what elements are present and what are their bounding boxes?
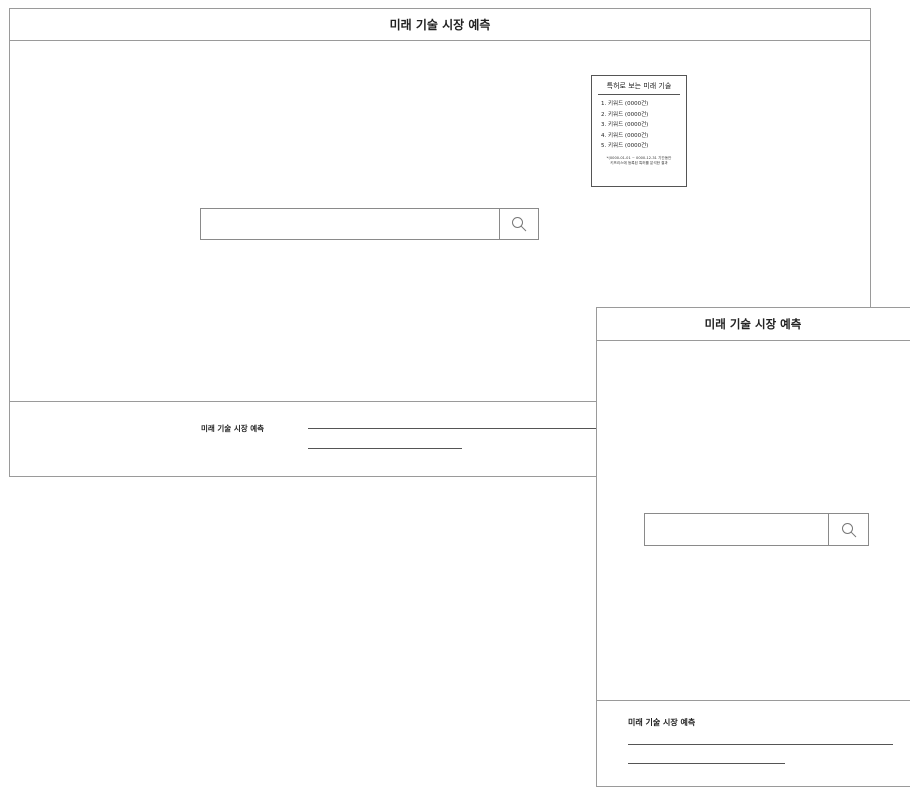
- desktop-search-button[interactable]: [499, 209, 538, 239]
- footer-text-placeholder-line: [628, 763, 785, 764]
- footer-text-placeholder-line: [628, 744, 893, 745]
- mobile-header: 미래 기술 시장 예측: [597, 308, 910, 341]
- patent-panel-note: *(0000-01-01 ~ 0000-12-31 기간동안 키프리스에 등록된…: [598, 156, 680, 166]
- patent-trend-panel: 특허로 보는 미래 기술 1. 키워드 (0000건) 2. 키워드 (0000…: [591, 75, 687, 187]
- patent-note-line: *(0000-01-01 ~ 0000-12-31 기간동안: [606, 155, 672, 160]
- patent-keyword-list: 1. 키워드 (0000건) 2. 키워드 (0000건) 3. 키워드 (00…: [598, 99, 680, 152]
- patent-panel-title: 특허로 보는 미래 기술: [598, 81, 680, 95]
- desktop-footer-title: 미래 기술 시장 예측: [201, 424, 265, 433]
- search-icon: [512, 217, 527, 232]
- desktop-search-input[interactable]: [201, 209, 499, 239]
- desktop-header: 미래 기술 시장 예측: [10, 9, 870, 41]
- patent-note-line: 키프리스에 등록된 특허를 분석한 결과: [610, 160, 668, 165]
- mobile-page-title: 미래 기술 시장 예측: [704, 317, 802, 331]
- patent-keyword-item[interactable]: 3. 키워드 (0000건): [601, 120, 680, 131]
- desktop-page-title: 미래 기술 시장 예측: [389, 18, 491, 32]
- footer-text-placeholder-line: [308, 428, 598, 429]
- mobile-search-bar: [644, 513, 869, 546]
- footer-text-placeholder-line: [308, 448, 462, 449]
- search-icon: [841, 522, 856, 537]
- mobile-search-button[interactable]: [828, 514, 868, 545]
- patent-keyword-item[interactable]: 1. 키워드 (0000건): [601, 99, 680, 110]
- mobile-search-input[interactable]: [645, 514, 829, 545]
- mobile-wireframe: 미래 기술 시장 예측 미래 기술 시장 예측: [596, 307, 910, 787]
- mobile-footer-title: 미래 기술 시장 예측: [628, 718, 696, 727]
- patent-keyword-item[interactable]: 4. 키워드 (0000건): [601, 131, 680, 142]
- desktop-search-bar: [200, 208, 539, 240]
- patent-keyword-item[interactable]: 2. 키워드 (0000건): [601, 110, 680, 121]
- patent-keyword-item[interactable]: 5. 키워드 (0000건): [601, 141, 680, 152]
- mobile-footer: 미래 기술 시장 예측: [597, 700, 910, 791]
